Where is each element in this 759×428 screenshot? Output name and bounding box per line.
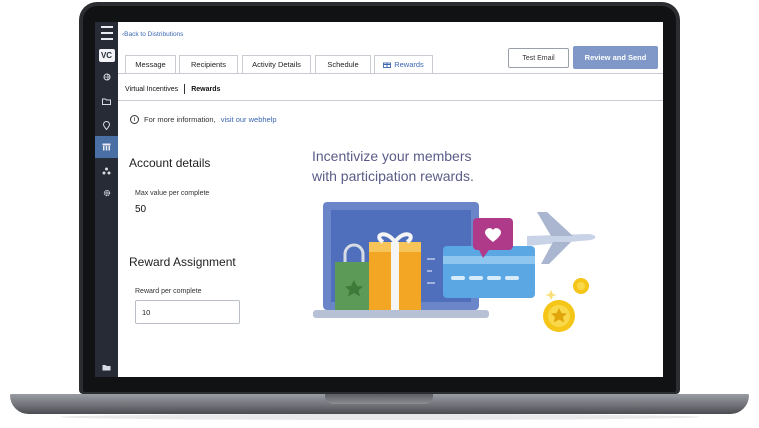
subtab-virtual-incentives[interactable]: Virtual Incentives bbox=[125, 86, 178, 93]
share-icon[interactable] bbox=[95, 162, 118, 180]
promo-tagline: Incentivize your members with participat… bbox=[312, 148, 474, 184]
webhelp-link[interactable]: visit our webhelp bbox=[221, 115, 277, 124]
laptop-shadow bbox=[60, 414, 700, 420]
folder-icon[interactable] bbox=[95, 92, 118, 110]
tab-rewards[interactable]: Rewards bbox=[374, 55, 433, 73]
max-value: 50 bbox=[135, 204, 147, 215]
tab-recipients[interactable]: Recipients bbox=[179, 55, 238, 73]
back-to-distributions-link[interactable]: ‹Back to Distributions bbox=[122, 31, 183, 38]
info-banner: i For more information, visit our webhel… bbox=[130, 115, 277, 124]
tab-schedule[interactable]: Schedule bbox=[315, 55, 371, 73]
folder-bottom-icon[interactable] bbox=[95, 358, 118, 376]
building-icon[interactable] bbox=[95, 136, 118, 158]
reward-per-complete-input[interactable]: 10 bbox=[135, 300, 240, 324]
globe-icon[interactable] bbox=[95, 68, 118, 86]
max-value-label: Max value per complete bbox=[135, 190, 210, 197]
sidebar: VC bbox=[95, 22, 118, 377]
app-screen: VC ‹Back to Distributions Message Recipi… bbox=[95, 22, 663, 377]
gear-icon[interactable] bbox=[95, 184, 118, 202]
illus-credit-card bbox=[443, 246, 535, 298]
reward-assignment-heading: Reward Assignment bbox=[129, 255, 236, 269]
review-and-send-button[interactable]: Review and Send bbox=[573, 46, 658, 69]
rewards-illustration bbox=[313, 202, 596, 332]
subtab-breadcrumb: Virtual Incentives Rewards bbox=[125, 84, 220, 94]
subtab-separator bbox=[184, 84, 186, 94]
subtab-divider bbox=[118, 100, 663, 101]
illus-laptop-base bbox=[313, 310, 489, 318]
info-icon: i bbox=[130, 115, 139, 124]
laptop-notch bbox=[325, 394, 433, 404]
tab-activity-details[interactable]: Activity Details bbox=[242, 55, 311, 73]
reward-per-complete-label: Reward per complete bbox=[135, 288, 202, 295]
vc-badge[interactable]: VC bbox=[95, 46, 118, 64]
gift-icon bbox=[383, 62, 392, 68]
menu-icon[interactable] bbox=[95, 24, 118, 42]
location-icon[interactable] bbox=[95, 116, 118, 134]
test-email-button[interactable]: Test Email bbox=[508, 48, 569, 68]
account-details-heading: Account details bbox=[129, 156, 211, 170]
tab-message[interactable]: Message bbox=[125, 55, 176, 73]
tabs-divider bbox=[118, 73, 663, 74]
subtab-rewards[interactable]: Rewards bbox=[191, 86, 220, 93]
